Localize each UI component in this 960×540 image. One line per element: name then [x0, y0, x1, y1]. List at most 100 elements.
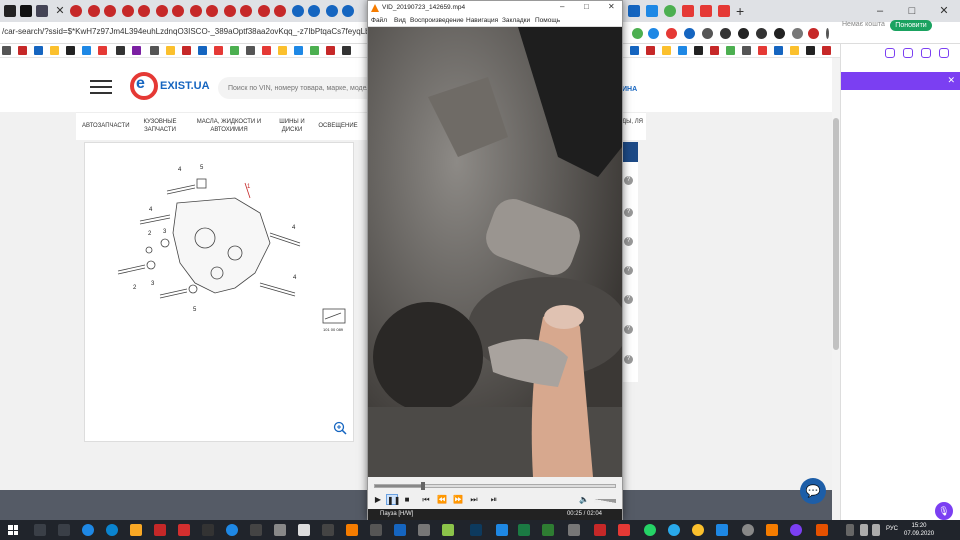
pdf-icon[interactable] — [178, 524, 190, 536]
bookmark-icon[interactable] — [806, 46, 815, 55]
tab-favicon[interactable] — [190, 5, 202, 17]
nav-item-body-parts[interactable]: КУЗОВНЫЕ ЗАПЧАСТИ — [140, 118, 180, 134]
tab-favicon[interactable] — [172, 5, 184, 17]
tab-favicon[interactable] — [36, 5, 48, 17]
bookmark-icon[interactable] — [214, 46, 223, 55]
player-close-button[interactable]: ✕ — [608, 2, 615, 11]
tab-favicon[interactable] — [240, 5, 252, 17]
tab-favicon[interactable] — [4, 5, 16, 17]
menu-file[interactable]: Файл — [371, 17, 387, 24]
page-scrollbar[interactable] — [832, 58, 840, 520]
menu-navigation[interactable]: Навигация — [466, 17, 498, 24]
bookmark-icon[interactable] — [246, 46, 255, 55]
taskbar-app-icon[interactable] — [594, 524, 606, 536]
minimize-button[interactable]: – — [864, 0, 896, 22]
tab-favicon[interactable] — [682, 5, 694, 17]
more-icon[interactable] — [939, 48, 949, 58]
bookmark-icon[interactable] — [198, 46, 207, 55]
extension-icon[interactable] — [632, 28, 643, 39]
bookmark-icon[interactable] — [678, 46, 687, 55]
previous-icon[interactable]: ⏮ — [420, 494, 432, 505]
taskbar-app-icon[interactable] — [202, 524, 214, 536]
tab-favicon[interactable] — [646, 5, 658, 17]
bookmark-icon[interactable] — [710, 46, 719, 55]
taskbar-app-icon[interactable] — [542, 524, 554, 536]
seek-handle[interactable] — [421, 482, 425, 490]
taskbar-app-icon[interactable] — [716, 524, 728, 536]
taskbar-app-icon[interactable] — [154, 524, 166, 536]
taskbar-app-icon[interactable] — [568, 524, 580, 536]
help-icon[interactable]: ? — [624, 355, 633, 364]
bookmark-icon[interactable] — [166, 46, 175, 55]
new-tab-button[interactable]: + — [736, 3, 744, 19]
taskbar-app-icon[interactable] — [298, 524, 310, 536]
taskbar-app-icon[interactable] — [394, 524, 406, 536]
tab-favicon[interactable] — [274, 5, 286, 17]
taskbar-app-icon[interactable] — [790, 524, 802, 536]
next-icon[interactable]: ⏭ — [468, 494, 480, 505]
tab-favicon[interactable] — [122, 5, 134, 17]
extension-icon[interactable] — [720, 28, 731, 39]
tab-favicon[interactable] — [718, 5, 730, 17]
frame-step-icon[interactable]: ⏯ — [488, 494, 500, 505]
system-clock[interactable]: 15:20 07.09.2020 — [904, 522, 934, 538]
bookmark-icon[interactable] — [694, 46, 703, 55]
bookmark-icon[interactable] — [50, 46, 59, 55]
bookmark-icon[interactable] — [132, 46, 141, 55]
menu-view[interactable]: Вид — [394, 17, 406, 24]
bookmark-icon[interactable] — [18, 46, 27, 55]
volume-tray-icon[interactable] — [872, 524, 880, 536]
bookmark-icon[interactable] — [278, 46, 287, 55]
help-icon[interactable]: ? — [624, 325, 633, 334]
volume-slider[interactable] — [594, 499, 616, 503]
video-call-icon[interactable] — [921, 48, 931, 58]
tab-favicon[interactable] — [326, 5, 338, 17]
taskbar-app-icon[interactable] — [496, 524, 508, 536]
photoshop-icon[interactable] — [470, 524, 482, 536]
volume-icon[interactable]: 🔈 — [578, 494, 590, 505]
bookmark-icon[interactable] — [150, 46, 159, 55]
search-icon[interactable] — [34, 524, 46, 536]
menu-dots-icon[interactable] — [826, 28, 829, 39]
tab-favicon[interactable] — [258, 5, 270, 17]
help-icon[interactable]: ? — [624, 295, 633, 304]
taskbar-app-icon[interactable] — [370, 524, 382, 536]
taskbar-app-icon[interactable] — [226, 524, 238, 536]
tab-favicon[interactable] — [342, 5, 354, 17]
bookmark-icon[interactable] — [66, 46, 75, 55]
video-frame[interactable] — [368, 27, 622, 477]
parts-diagram[interactable]: 4 5 1 4 2 3 4 2 3 4 5 101 00 089 — [85, 143, 355, 443]
profile-avatar[interactable] — [808, 28, 819, 39]
taskbar-app-icon[interactable] — [82, 524, 94, 536]
task-view-icon[interactable] — [58, 524, 70, 536]
player-minimize-button[interactable]: – — [560, 2, 564, 11]
add-contact-icon[interactable] — [885, 48, 895, 58]
taskbar-app-icon[interactable] — [322, 524, 334, 536]
tab-favicon[interactable] — [70, 5, 82, 17]
tab-favicon[interactable] — [224, 5, 236, 17]
bookmark-icon[interactable] — [82, 46, 91, 55]
bookmark-icon[interactable] — [230, 46, 239, 55]
header-link[interactable]: ИНА — [622, 86, 637, 93]
extension-icon[interactable] — [738, 28, 749, 39]
extension-icon[interactable] — [774, 28, 785, 39]
nav-item-autoparts[interactable]: АВТОЗАПЧАСТИ — [82, 122, 130, 130]
search-input[interactable] — [228, 81, 378, 95]
site-logo[interactable]: e EXIST.UA — [130, 72, 210, 102]
language-indicator[interactable]: РУС — [886, 526, 898, 532]
close-banner-icon[interactable]: ✕ — [947, 75, 955, 86]
whatsapp-icon[interactable] — [644, 524, 656, 536]
nav-item-lighting[interactable]: ОСВЕЩЕНИЕ — [316, 122, 360, 130]
taskbar-app-icon[interactable] — [816, 524, 828, 536]
pause-button[interactable]: ❚❚ — [386, 494, 400, 505]
help-icon[interactable]: ? — [624, 266, 633, 275]
microphone-icon[interactable]: 🎙 — [935, 502, 953, 520]
taskbar-app-icon[interactable] — [418, 524, 430, 536]
tab-favicon[interactable] — [104, 5, 116, 17]
nav-item-oils[interactable]: МАСЛА, ЖИДКОСТИ И АВТОХИМИЯ — [194, 118, 264, 134]
bookmark-icon[interactable] — [726, 46, 735, 55]
bookmark-icon[interactable] — [742, 46, 751, 55]
taskbar-app-icon[interactable] — [742, 524, 754, 536]
bookmark-icon[interactable] — [662, 46, 671, 55]
bookmark-icon[interactable] — [310, 46, 319, 55]
